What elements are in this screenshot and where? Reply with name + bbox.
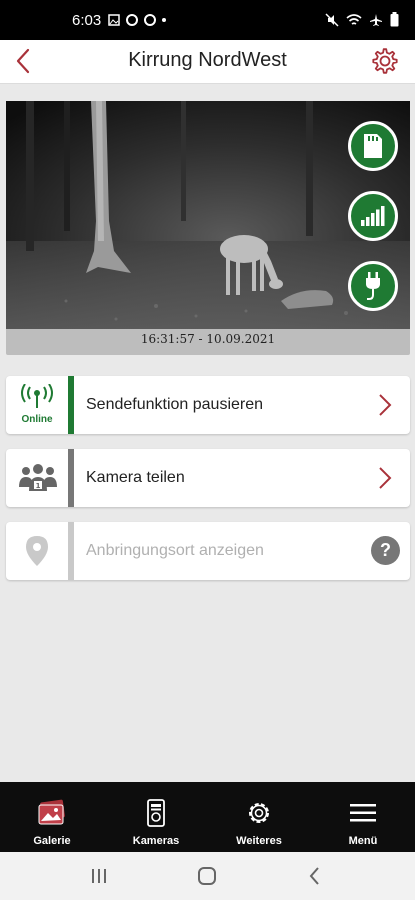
power-plug-icon bbox=[366, 272, 380, 300]
chevron-right-icon bbox=[379, 394, 392, 416]
battery-icon bbox=[390, 12, 399, 27]
bottom-navigation: Galerie Kameras Weiteres Menü bbox=[0, 782, 415, 852]
row-divider-light bbox=[68, 522, 74, 580]
nav-menu[interactable]: Menü bbox=[323, 782, 403, 852]
sd-card-icon bbox=[364, 134, 382, 158]
nav-cameras[interactable]: Kameras bbox=[116, 782, 196, 852]
pause-transmission-row[interactable]: Online Sendefunktion pausieren bbox=[6, 376, 410, 434]
share-camera-row[interactable]: 1 Kamera teilen bbox=[6, 449, 410, 507]
show-location-row[interactable]: Anbringungsort anzeigen ? bbox=[6, 522, 410, 580]
row-divider-grey bbox=[68, 449, 74, 507]
antenna-online-icon bbox=[21, 384, 53, 408]
nav-cameras-label: Kameras bbox=[132, 835, 180, 847]
menu-icon bbox=[350, 804, 376, 822]
camera-preview[interactable]: 16:31:57 - 10.09.2021 bbox=[6, 101, 410, 355]
online-status-label: Online bbox=[21, 414, 53, 425]
page-title: Kirrung NordWest bbox=[128, 49, 287, 71]
system-navigation-bar bbox=[0, 852, 415, 900]
gear-icon bbox=[249, 803, 269, 823]
signal-strength-badge[interactable] bbox=[348, 191, 398, 241]
mute-icon bbox=[325, 12, 339, 27]
chevron-right-icon bbox=[379, 467, 392, 489]
share-icon-box: 1 bbox=[6, 449, 68, 507]
app-notification-icon bbox=[144, 14, 156, 26]
nav-more[interactable]: Weiteres bbox=[219, 782, 299, 852]
pause-transmission-label: Sendefunktion pausieren bbox=[86, 396, 264, 413]
nav-gallery-label: Galerie bbox=[33, 835, 71, 847]
nav-menu-label: Menü bbox=[348, 835, 378, 847]
system-back-icon[interactable] bbox=[303, 864, 327, 888]
app-header: Kirrung NordWest bbox=[0, 40, 415, 84]
settings-gear-icon[interactable] bbox=[369, 45, 401, 77]
gallery-icon bbox=[38, 799, 65, 825]
share-camera-label: Kamera teilen bbox=[86, 469, 185, 486]
show-location-label: Anbringungsort anzeigen bbox=[86, 542, 264, 559]
status-bar: 6:03 bbox=[0, 0, 415, 40]
sd-card-status-badge[interactable] bbox=[348, 121, 398, 171]
image-notification-icon bbox=[108, 14, 120, 26]
location-icon-box bbox=[6, 522, 68, 580]
help-button[interactable]: ? bbox=[371, 536, 400, 565]
app-notification-icon bbox=[126, 14, 138, 26]
home-icon[interactable] bbox=[195, 864, 219, 888]
status-system-icons bbox=[325, 12, 399, 27]
row-divider-green bbox=[68, 376, 74, 434]
power-supply-badge[interactable] bbox=[348, 261, 398, 311]
wifi-icon bbox=[346, 13, 362, 25]
signal-bars-icon bbox=[361, 206, 385, 226]
svg-text:1: 1 bbox=[36, 482, 41, 490]
location-pin-icon bbox=[26, 536, 48, 566]
nav-more-label: Weiteres bbox=[236, 835, 282, 847]
online-status: Online bbox=[6, 376, 68, 434]
nav-gallery[interactable]: Galerie bbox=[12, 782, 92, 852]
more-notifications-dot bbox=[162, 18, 166, 22]
users-group-icon: 1 bbox=[19, 464, 57, 491]
recent-apps-icon[interactable] bbox=[87, 864, 111, 888]
airplane-icon bbox=[370, 13, 382, 26]
camera-device-icon bbox=[147, 799, 165, 827]
photo-timestamp: 16:31:57 - 10.09.2021 bbox=[140, 332, 276, 346]
status-time: 6:03 bbox=[72, 12, 102, 29]
status-notification-icons bbox=[108, 14, 166, 26]
